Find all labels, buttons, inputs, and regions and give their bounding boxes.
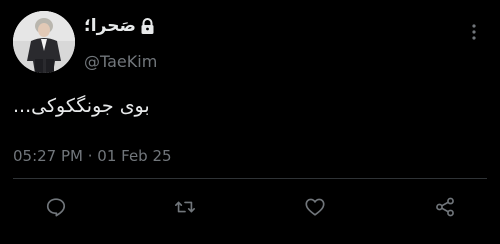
retweet-button[interactable] (172, 194, 198, 220)
tweet-timestamp[interactable]: 05:27 PM · 01 Feb 25 (13, 146, 172, 166)
reply-icon (46, 198, 66, 217)
share-button[interactable] (432, 194, 458, 220)
share-icon (436, 197, 454, 217)
heart-icon (305, 198, 325, 216)
like-button[interactable] (302, 194, 328, 220)
tweet-text: بوی جونگکوکی... (13, 95, 150, 117)
more-vertical-icon[interactable] (468, 22, 480, 42)
avatar[interactable] (13, 11, 75, 73)
retweet-icon (175, 201, 195, 213)
author-handle[interactable]: @TaeKim (84, 52, 157, 72)
reply-button[interactable] (43, 194, 69, 220)
avatar-photo (13, 11, 75, 73)
author-name-row: صَحرا؛ (84, 14, 155, 38)
divider (13, 178, 487, 179)
author-display-name[interactable]: صَحرا؛ (84, 16, 136, 36)
lock-icon (140, 17, 155, 35)
